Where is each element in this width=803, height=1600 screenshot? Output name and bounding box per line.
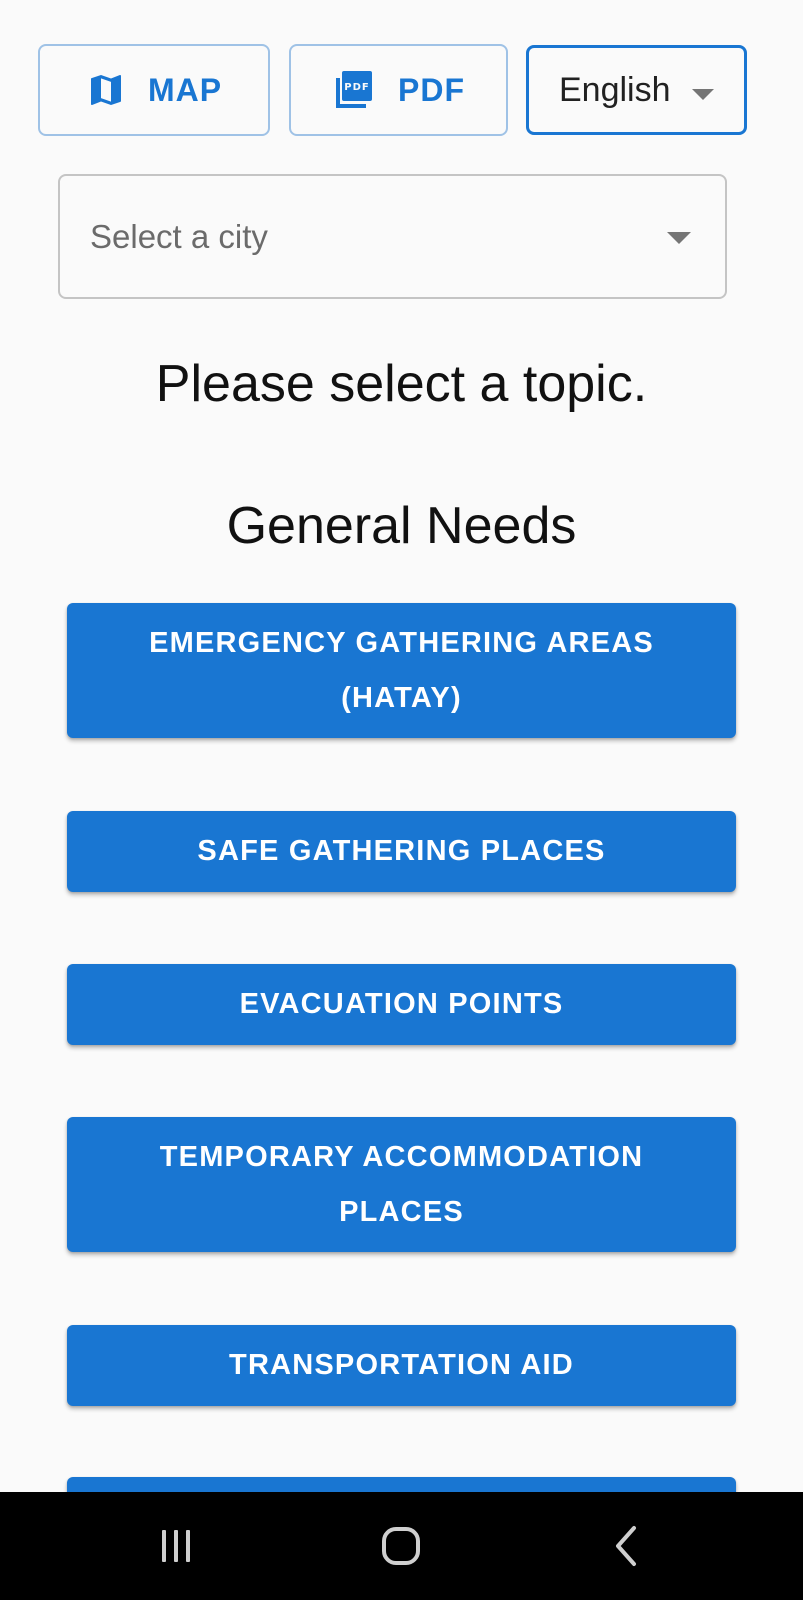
section-title: General Needs: [226, 497, 577, 555]
back-button[interactable]: [566, 1492, 686, 1600]
home-button[interactable]: [341, 1492, 461, 1600]
caret-down-icon: [667, 232, 691, 244]
topic-button-label: TRANSPORTATION AID: [229, 1349, 574, 1381]
topic-button-transportation-aid[interactable]: TRANSPORTATION AID: [67, 1325, 736, 1406]
topic-button-label: EMERGENCY GATHERING AREAS: [149, 626, 654, 659]
city-select-placeholder: Select a city: [90, 217, 268, 255]
map-button[interactable]: MAP: [38, 44, 270, 136]
back-icon: [606, 1524, 646, 1568]
topic-button-label-line2: PLACES: [339, 1195, 464, 1228]
recents-button[interactable]: [116, 1492, 236, 1600]
pdf-button-label: PDF: [398, 71, 465, 108]
topic-button-label-line2: (HATAY): [341, 681, 462, 714]
home-icon: [379, 1524, 423, 1568]
top-action-row: MAP PDF PDF English: [0, 44, 803, 140]
city-select[interactable]: Select a city: [58, 174, 727, 299]
recents-icon: [156, 1526, 196, 1566]
map-icon: [86, 70, 126, 110]
topic-button-label: SAFE GATHERING PLACES: [197, 835, 606, 867]
svg-text:PDF: PDF: [344, 82, 369, 93]
caret-down-icon: [692, 89, 714, 100]
pdf-button[interactable]: PDF PDF: [289, 44, 508, 136]
language-select-value: English: [559, 70, 671, 109]
topic-button-safe-gathering-places[interactable]: SAFE GATHERING PLACES: [67, 811, 736, 892]
topic-prompt: Please select a topic.: [155, 355, 648, 413]
map-button-label: MAP: [147, 71, 223, 108]
system-nav-bar: [0, 1492, 803, 1600]
topic-button-temporary-accommodation[interactable]: TEMPORARY ACCOMMODATION PLACES: [67, 1117, 736, 1252]
topic-button-emergency-gathering-areas[interactable]: EMERGENCY GATHERING AREAS (HATAY): [67, 603, 736, 738]
pdf-icon: PDF: [332, 68, 376, 112]
topic-button-partial[interactable]: [67, 1477, 736, 1492]
topic-button-label: EVACUATION POINTS: [239, 988, 564, 1020]
topic-button-evacuation-points[interactable]: EVACUATION POINTS: [67, 964, 736, 1045]
language-select[interactable]: English: [526, 45, 747, 135]
app-screen: MAP PDF PDF English Select a city Please…: [0, 0, 803, 1492]
topic-button-label: TEMPORARY ACCOMMODATION: [159, 1140, 644, 1173]
